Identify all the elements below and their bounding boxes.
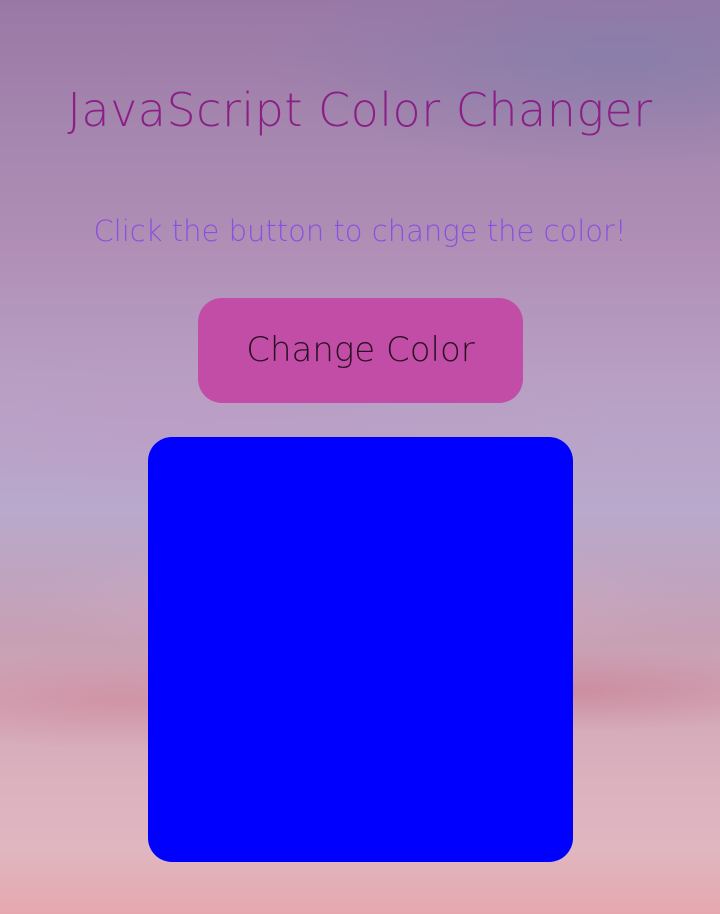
change-color-button[interactable]: Change Color: [198, 298, 523, 403]
color-display-box: [148, 437, 573, 862]
page-title: JavaScript Color Changer: [67, 83, 653, 137]
instructions-text: Click the button to change the color!: [93, 214, 627, 248]
